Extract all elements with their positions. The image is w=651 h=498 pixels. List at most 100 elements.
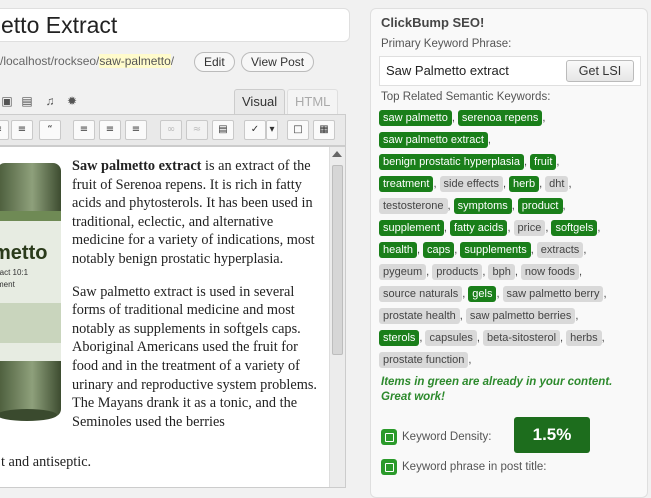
- keyword-tag-found[interactable]: saw palmetto extract: [379, 132, 488, 148]
- permalink-slug[interactable]: saw-palmetto: [99, 54, 171, 68]
- post-title-field[interactable]: etto Extract: [0, 8, 350, 42]
- media-icon[interactable]: ✹: [65, 94, 79, 108]
- keyword-tag-missing[interactable]: extracts: [536, 242, 584, 258]
- keyword-tag-missing[interactable]: dht: [545, 176, 569, 192]
- keyword-separator: ,: [523, 156, 528, 168]
- tab-visual[interactable]: Visual: [234, 89, 286, 114]
- keyword-tag-missing[interactable]: saw palmetto berry: [502, 286, 604, 302]
- keyword-separator: ,: [459, 310, 463, 322]
- seo-panel: ClickBump SEO! Primary Keyword Phrase: S…: [370, 8, 648, 498]
- keyword-separator: ,: [514, 266, 518, 278]
- keyword-separator: ,: [468, 354, 472, 366]
- primary-keyword-input[interactable]: Saw Palmetto extract Get LSI: [379, 56, 641, 86]
- keyword-tag-missing[interactable]: saw palmetto berries: [465, 308, 576, 324]
- tab-html[interactable]: HTML: [287, 89, 339, 114]
- density-check-icon: [381, 429, 397, 445]
- keyword-tag-found[interactable]: saw palmetto: [379, 110, 452, 126]
- keyword-row: health, caps, supplements, extracts,: [379, 240, 643, 262]
- bullet-list-icon[interactable]: ≡: [0, 120, 9, 140]
- keyword-tag-missing[interactable]: testosterone: [379, 198, 448, 214]
- keyword-in-title-label: Keyword phrase in post title:: [402, 461, 547, 474]
- keyword-separator: ,: [539, 178, 543, 190]
- keyword-tag-missing[interactable]: products: [432, 264, 483, 280]
- keyword-row: saw palmetto extract,: [379, 130, 643, 152]
- keyword-separator: ,: [603, 288, 607, 300]
- keyword-row: prostate health, saw palmetto berries,: [379, 306, 643, 328]
- keyword-separator: ,: [451, 112, 455, 124]
- video-icon[interactable]: ▤: [20, 94, 34, 108]
- keyword-row: saw palmetto, serenoa repens,: [379, 108, 643, 130]
- fullscreen-icon[interactable]: □: [287, 120, 309, 140]
- align-right-icon[interactable]: ≡: [125, 120, 147, 140]
- keyword-row: supplement, fatty acids, price, softgels,: [379, 218, 643, 240]
- keyword-tag-found[interactable]: health: [379, 242, 417, 258]
- keyword-row: benign prostatic hyperplasia, fruit,: [379, 152, 643, 174]
- keyword-tag-missing[interactable]: bph: [488, 264, 515, 280]
- post-body-text[interactable]: Saw palmetto extract is an extract of th…: [72, 157, 326, 445]
- keyword-tag-missing[interactable]: herbs: [566, 330, 602, 346]
- keyword-tag-found[interactable]: herb: [509, 176, 540, 192]
- keyword-separator: ,: [597, 222, 601, 234]
- keyword-separator: ,: [433, 178, 437, 190]
- edit-permalink-button[interactable]: Edit: [194, 52, 235, 72]
- keyword-separator: ,: [530, 244, 534, 256]
- audio-icon[interactable]: ♫: [43, 94, 57, 108]
- keyword-tag-found[interactable]: gels: [468, 286, 497, 302]
- keyword-tag-found[interactable]: supplements: [460, 242, 531, 258]
- keyword-density-label: Keyword Density:: [402, 431, 492, 444]
- keyword-tag-missing[interactable]: prostate health: [379, 308, 460, 324]
- related-keywords-list: saw palmetto, serenoa repens, saw palmetto…: [379, 108, 643, 372]
- scroll-up-arrow-icon[interactable]: [332, 151, 342, 157]
- keyword-tag-found[interactable]: fatty acids: [449, 220, 508, 236]
- scroll-thumb[interactable]: [332, 165, 343, 355]
- editor-content-area[interactable]: metto ract 10:1 ment Saw palmetto extrac…: [0, 146, 346, 488]
- keyword-separator: ,: [575, 310, 579, 322]
- seo-panel-title: ClickBump SEO!: [381, 15, 485, 30]
- spellcheck-icon[interactable]: ✓: [244, 120, 266, 140]
- keyword-separator: ,: [487, 134, 491, 146]
- keyword-tag-missing[interactable]: pygeum: [379, 264, 427, 280]
- keyword-separator: ,: [462, 288, 466, 300]
- keyword-density-row: Keyword Density:: [381, 429, 491, 449]
- image-icon[interactable]: ▣: [0, 94, 14, 108]
- align-center-icon[interactable]: ≡: [99, 120, 121, 140]
- insert-more-icon[interactable]: ▤: [212, 120, 234, 140]
- keyword-tag-found[interactable]: supplement: [379, 220, 444, 236]
- keyword-separator: ,: [447, 200, 451, 212]
- get-lsi-button[interactable]: Get LSI: [566, 60, 634, 82]
- keyword-tag-found[interactable]: caps: [423, 242, 455, 258]
- keyword-tag-missing[interactable]: beta-sitosterol: [482, 330, 561, 346]
- keyword-density-value: 1.5%: [514, 417, 590, 453]
- keyword-tag-found[interactable]: sterols: [379, 330, 420, 346]
- keyword-tag-found[interactable]: benign prostatic hyperplasia: [379, 154, 524, 170]
- keyword-tag-missing[interactable]: side effects: [439, 176, 503, 192]
- dropdown-icon[interactable]: ▾: [266, 120, 278, 140]
- align-left-icon[interactable]: ≡: [73, 120, 95, 140]
- keyword-row: pygeum, products, bph, now foods,: [379, 262, 643, 284]
- keyword-tag-missing[interactable]: source naturals: [379, 286, 463, 302]
- keyword-separator: ,: [542, 112, 546, 124]
- keyword-separator: ,: [419, 332, 423, 344]
- keyword-tag-found[interactable]: symptoms: [453, 198, 512, 214]
- numbered-list-icon[interactable]: ≡: [11, 120, 33, 140]
- paragraph-2-last-line: t and antiseptic.: [1, 454, 92, 470]
- keyword-tag-found[interactable]: treatment: [379, 176, 434, 192]
- keyword-tag-found[interactable]: softgels: [551, 220, 598, 236]
- kitchen-sink-icon[interactable]: ▦: [313, 120, 335, 140]
- editor-toolbar: ≡ ≡ “ ≡ ≡ ≡ ∞ ≈ ▤ ✓ ▾ □ ▦: [0, 114, 346, 146]
- keyword-tag-found[interactable]: serenoa repens: [457, 110, 543, 126]
- keyword-tag-found[interactable]: fruit: [530, 154, 557, 170]
- link-icon[interactable]: ∞: [160, 120, 182, 140]
- keyword-tag-missing[interactable]: capsules: [425, 330, 477, 346]
- keyword-tag-found[interactable]: product: [517, 198, 563, 214]
- editor-scrollbar[interactable]: [329, 147, 345, 487]
- keyword-separator: ,: [583, 244, 587, 256]
- blockquote-icon[interactable]: “: [39, 120, 61, 140]
- keyword-tag-missing[interactable]: prostate function: [379, 352, 469, 368]
- keyword-separator: ,: [416, 244, 421, 256]
- view-post-button[interactable]: View Post: [241, 52, 315, 72]
- keyword-tag-missing[interactable]: price: [513, 220, 546, 236]
- keyword-separator: ,: [601, 332, 605, 344]
- keyword-tag-missing[interactable]: now foods: [520, 264, 580, 280]
- unlink-icon[interactable]: ≈: [186, 120, 208, 140]
